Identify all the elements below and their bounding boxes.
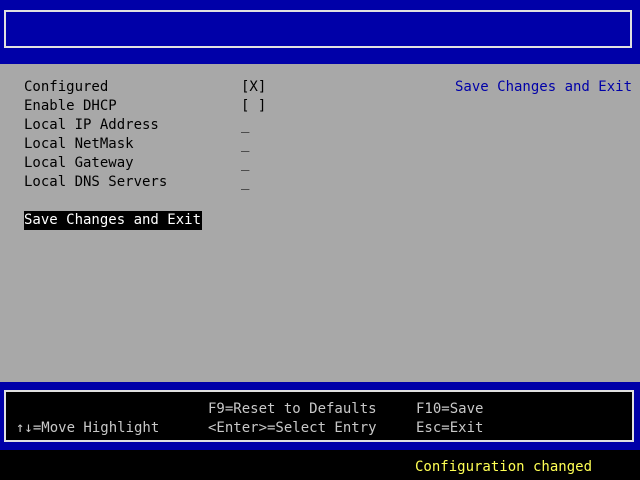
local-netmask-field[interactable]: _: [241, 135, 249, 154]
setup-screen: Configured [X] Enable DHCP [ ] Local IP …: [0, 0, 640, 480]
title-frame: [4, 10, 632, 48]
setting-label: Local Gateway: [24, 155, 134, 171]
configured-checkbox[interactable]: [X]: [241, 78, 266, 97]
setting-row-local-ip[interactable]: Local IP Address _: [24, 116, 249, 135]
setting-label: Local IP Address: [24, 117, 159, 133]
title-bar: [0, 0, 640, 64]
help-text: Save Changes and Exit: [455, 79, 633, 95]
setting-row-configured[interactable]: Configured [X]: [24, 78, 266, 97]
setting-label: Configured: [24, 79, 109, 95]
local-gateway-field[interactable]: _: [241, 154, 249, 173]
save-hint: F10=Save: [416, 401, 484, 417]
key-help-bar: ↑↓=Move Highlight F9=Reset to Defaults <…: [0, 382, 640, 450]
move-highlight-hint: ↑↓=Move Highlight: [16, 420, 160, 436]
reset-defaults-hint: F9=Reset to Defaults: [208, 401, 377, 417]
enable-dhcp-checkbox[interactable]: [ ]: [241, 97, 266, 116]
setting-row-enable-dhcp[interactable]: Enable DHCP [ ]: [24, 97, 266, 116]
setting-label: Local DNS Servers: [24, 174, 168, 190]
setting-row-local-gateway[interactable]: Local Gateway _: [24, 154, 249, 173]
setting-label: Enable DHCP: [24, 98, 117, 114]
select-entry-hint: <Enter>=Select Entry: [208, 420, 377, 436]
setting-row-local-netmask[interactable]: Local NetMask _: [24, 135, 249, 154]
local-dns-field[interactable]: _: [241, 173, 249, 192]
exit-hint: Esc=Exit: [416, 420, 484, 436]
save-changes-and-exit-entry[interactable]: Save Changes and Exit: [24, 211, 203, 230]
setting-row-local-dns[interactable]: Local DNS Servers _: [24, 173, 249, 192]
key-help-frame: ↑↓=Move Highlight F9=Reset to Defaults <…: [4, 390, 634, 442]
status-message: Configuration changed: [415, 459, 593, 475]
local-ip-field[interactable]: _: [241, 116, 249, 135]
setting-label: Local NetMask: [24, 136, 134, 152]
